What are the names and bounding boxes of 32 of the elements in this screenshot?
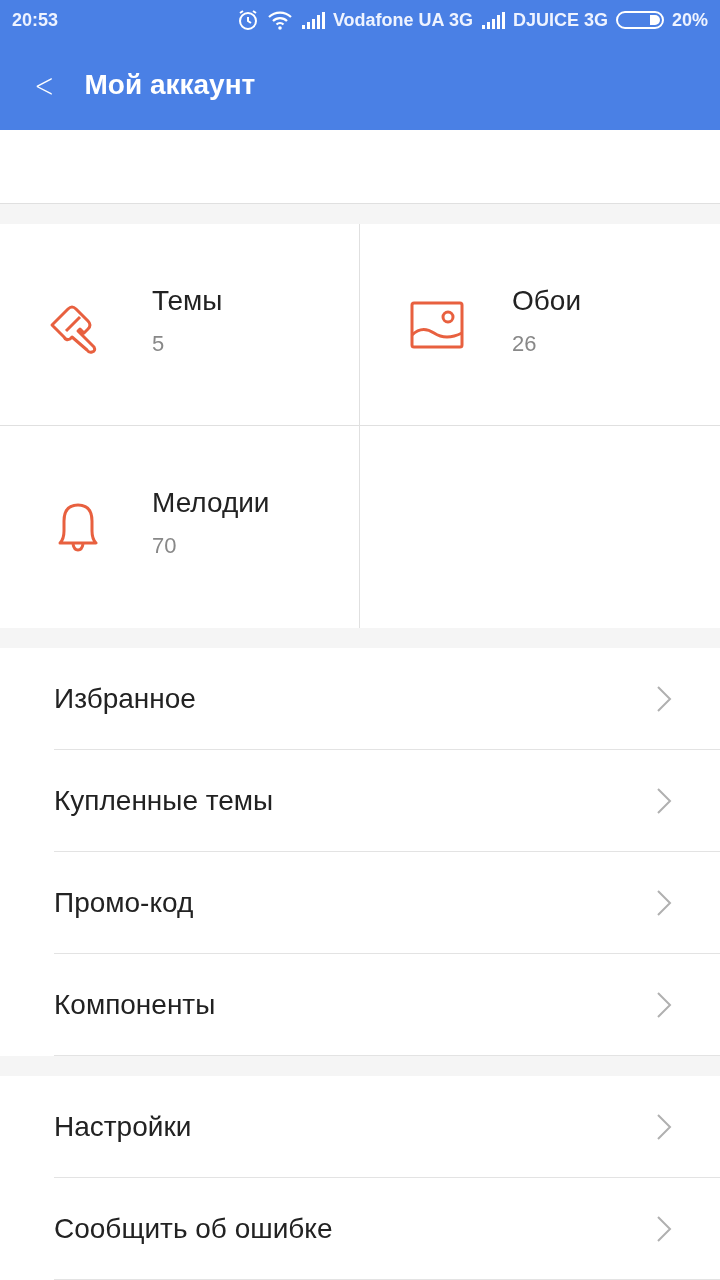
- chevron-right-icon: [656, 786, 672, 815]
- signal-icon: [480, 11, 505, 29]
- carrier-name: Vodafone UA 3G: [332, 9, 473, 31]
- menu-item[interactable]: Купленные темы: [54, 750, 720, 852]
- menu-item[interactable]: Промо-код: [54, 852, 720, 954]
- chevron-right-icon: [656, 888, 672, 917]
- back-button[interactable]: <: [31, 65, 58, 105]
- wifi-icon: [266, 10, 293, 30]
- menu-item[interactable]: Настройки: [54, 1076, 720, 1178]
- chevron-right-icon: [656, 1214, 672, 1243]
- chevron-right-icon: [656, 990, 672, 1019]
- menu-item[interactable]: Компоненты: [54, 954, 720, 1056]
- category-tile[interactable]: Обои 26: [360, 224, 720, 426]
- chevron-right-icon: [656, 1112, 672, 1141]
- battery-icon: [615, 10, 664, 30]
- tile-label: Обои: [512, 284, 582, 317]
- battery-percent: 20%: [671, 9, 708, 31]
- menu-item[interactable]: Избранное: [54, 648, 720, 750]
- category-tile[interactable]: Мелодии 70: [0, 426, 360, 628]
- menu-item[interactable]: Сообщить об ошибке: [54, 1178, 720, 1280]
- tile-label: Темы: [152, 284, 223, 317]
- alarm-icon: [236, 9, 259, 31]
- tile-label: Мелодии: [152, 487, 270, 519]
- screen-title: Мой аккаунт: [84, 69, 256, 101]
- status-time: 20:53: [12, 9, 59, 31]
- tile-count: 26: [512, 330, 538, 357]
- tile-count: 70: [152, 533, 178, 559]
- signal-icon: [300, 11, 325, 29]
- category-tile[interactable]: Темы 5: [0, 224, 360, 426]
- chevron-right-icon: [656, 684, 672, 713]
- tile-count: 5: [152, 330, 166, 357]
- carrier-name: DJUICE 3G: [512, 9, 608, 31]
